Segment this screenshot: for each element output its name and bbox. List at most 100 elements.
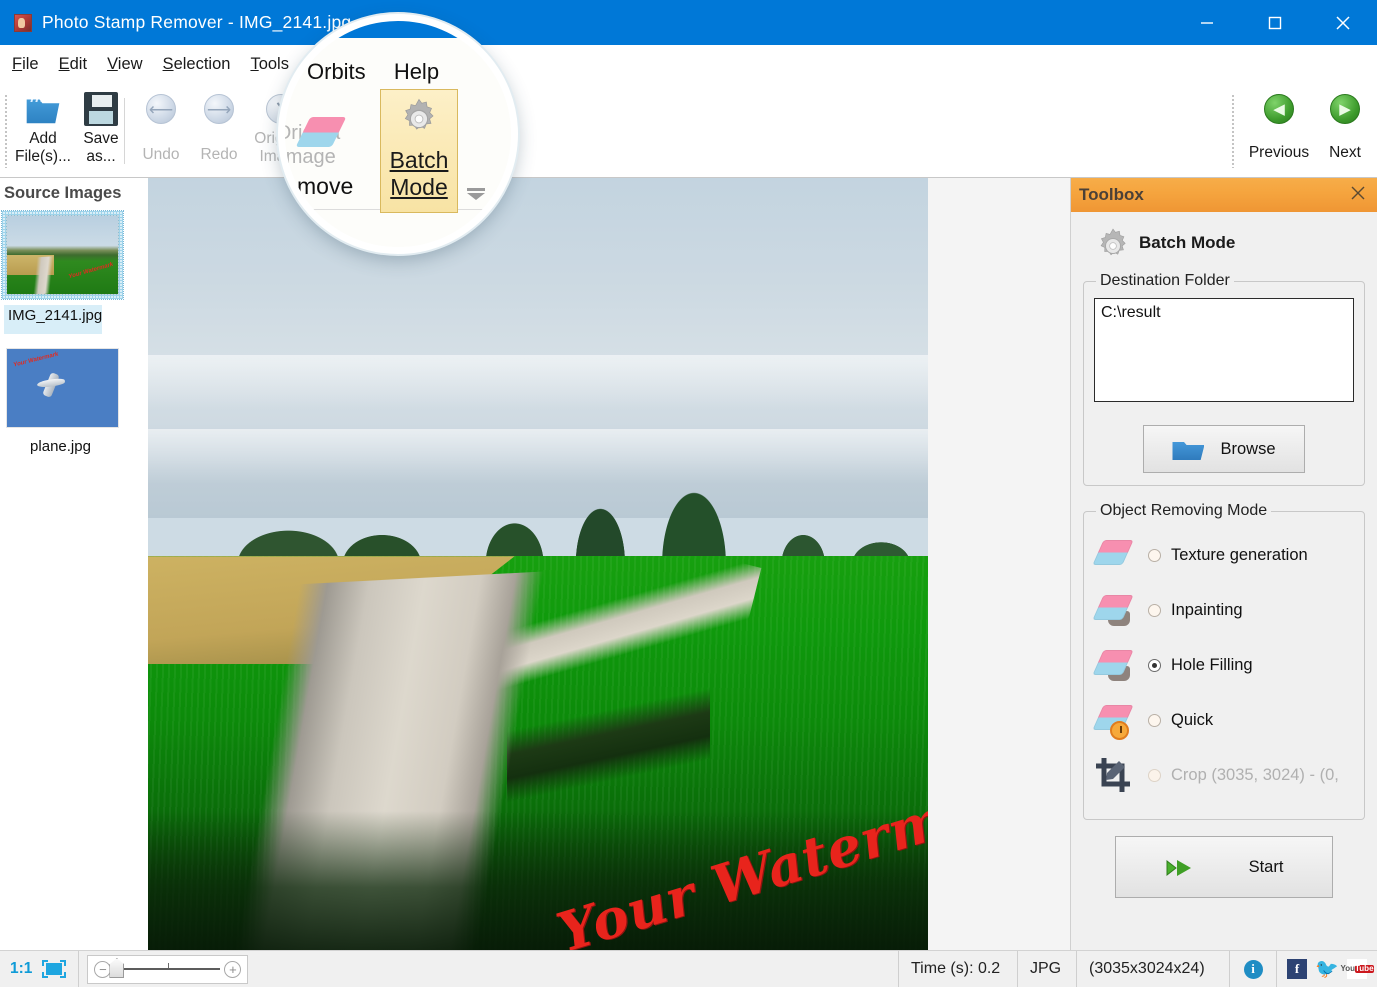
batch-mode-label-1: Batch (389, 147, 449, 173)
mode-label: Inpainting (1171, 601, 1243, 619)
status-format: JPG (1030, 960, 1062, 977)
plus-icon[interactable]: + (224, 960, 242, 978)
list-item-label: IMG_2141.jpg (0, 303, 148, 344)
destination-folder-legend: Destination Folder (1100, 272, 1230, 289)
mode-option-texture-generation[interactable]: Texture generation (1092, 528, 1354, 583)
batch-mode-button[interactable]: Batch Mode (380, 89, 458, 213)
object-removing-mode-legend: Object Removing Mode (1100, 502, 1268, 519)
twitter-icon[interactable]: 🐦 (1315, 959, 1339, 980)
previous-button[interactable]: ◀ Previous (1246, 84, 1312, 178)
redo-button: ⟶ Redo (190, 84, 248, 178)
eraser-shadow-icon (1092, 646, 1138, 686)
eraser-icon (1092, 536, 1138, 576)
minimize-button[interactable] (1173, 0, 1241, 45)
zoom-slider[interactable]: − + (87, 954, 249, 984)
mode-label: Hole Filling (1171, 656, 1253, 674)
magnifier-menu-help[interactable]: Help (394, 59, 439, 84)
menu-selection[interactable]: Selection (163, 55, 231, 74)
arrow-right-circle-icon: ▶ (1330, 94, 1360, 124)
crop-icon (1094, 756, 1138, 796)
add-files-button[interactable]: Add File(s)... (14, 84, 72, 178)
start-label: Start (1248, 857, 1284, 876)
menu-file[interactable]: File (12, 55, 39, 74)
save-as-label-1: Save (83, 130, 119, 147)
youtube-icon[interactable]: You Tube (1340, 959, 1374, 979)
thumbnail-watermark: Your Watermark (12, 351, 59, 369)
image-canvas[interactable]: Your Watermark (148, 178, 1070, 950)
radio-texture-generation[interactable] (1148, 549, 1161, 562)
window-controls (1173, 0, 1377, 45)
mode-label: Quick (1171, 711, 1214, 729)
undo-arrow-icon: ⟵ (146, 94, 176, 124)
next-button[interactable]: ▶ Next (1312, 84, 1377, 178)
save-as-label-2: as... (86, 148, 116, 166)
radio-inpainting[interactable] (1148, 604, 1161, 617)
radio-hole-filling[interactable] (1148, 659, 1161, 672)
browse-button[interactable]: Browse (1143, 425, 1305, 473)
next-label: Next (1329, 144, 1361, 161)
fit-to-screen-icon[interactable] (42, 960, 67, 978)
status-dimensions: (3035x3024x24) (1089, 960, 1205, 977)
add-files-label-1: Add (29, 130, 57, 147)
mode-option-crop: Crop (3035, 3024) - (0, (1094, 748, 1354, 803)
mode-option-inpainting[interactable]: Inpainting (1092, 583, 1354, 638)
gear-icon (395, 96, 443, 147)
magnifier-menu: Orbits Help (307, 59, 461, 85)
airplane-thumbnail[interactable]: Your Watermark (6, 348, 119, 428)
app-icon (14, 13, 32, 32)
maximize-button[interactable] (1241, 0, 1309, 45)
chevron-down-icon[interactable] (467, 188, 485, 200)
gear-icon (1093, 226, 1127, 260)
batch-mode-header: Batch Mode (1093, 226, 1365, 260)
previous-label: Previous (1248, 144, 1310, 161)
close-icon[interactable] (1349, 184, 1367, 207)
destination-folder-group: Destination Folder Browse (1083, 272, 1365, 486)
magnifier-remove-label: move (297, 173, 354, 199)
title-bar: Photo Stamp Remover - IMG_2141.jpg (0, 0, 1377, 45)
menu-edit[interactable]: Edit (59, 55, 87, 74)
toolbox-title: Toolbox (1079, 185, 1144, 204)
social-links: f 🐦 You Tube (1277, 959, 1377, 980)
mode-option-quick[interactable]: Quick (1092, 693, 1354, 748)
landscape-road-thumbnail[interactable]: Your Watermark (6, 215, 119, 295)
eraser-shadow-icon (1092, 591, 1138, 631)
save-as-button[interactable]: Save as... (72, 84, 130, 178)
undo-button: ⟵ Undo (132, 84, 190, 178)
ribbon-toolbar: Add File(s)... Save as... ⟵ Undo ⟶ Redo … (0, 84, 1377, 178)
eraser-clock-icon (1092, 701, 1138, 741)
list-item[interactable]: Your Watermark (1, 210, 124, 300)
add-files-label-2: File(s)... (15, 148, 71, 166)
radio-crop (1148, 769, 1161, 782)
menu-bar: File Edit View Selection Tools (0, 45, 1377, 84)
toolbox-header: Toolbox (1071, 178, 1377, 212)
minus-icon[interactable]: − (94, 960, 112, 978)
menu-tools[interactable]: Tools (250, 55, 289, 74)
mode-label: Texture generation (1171, 546, 1308, 564)
batch-mode-title: Batch Mode (1139, 233, 1236, 252)
folder-icon (1172, 441, 1205, 460)
zoom-slider-handle[interactable] (109, 958, 125, 978)
list-item[interactable]: Your Watermark (2, 344, 123, 432)
zoom-ratio-button[interactable]: 1:1 (10, 960, 32, 978)
mode-label: Crop (3035, 3024) - (0, (1171, 766, 1339, 784)
batch-mode-label-2: Mode (390, 174, 448, 201)
radio-quick[interactable] (1148, 714, 1161, 727)
info-icon[interactable]: i (1243, 959, 1263, 979)
source-images-title: Source Images (4, 184, 122, 202)
close-button[interactable] (1309, 0, 1377, 45)
magnifier-menu-orbits[interactable]: Orbits (307, 59, 366, 84)
application-window: Photo Stamp Remover - IMG_2141.jpg File … (0, 0, 1377, 987)
list-item-label: plane.jpg (30, 438, 91, 455)
floppy-disk-icon (84, 92, 118, 126)
thumbnail-watermark: Your Watermark (67, 261, 114, 280)
menu-view[interactable]: View (107, 55, 142, 74)
undo-label: Undo (142, 146, 180, 163)
redo-label: Redo (200, 146, 238, 163)
zoom-slider-track[interactable] (109, 958, 221, 978)
mode-option-hole-filling[interactable]: Hole Filling (1092, 638, 1354, 693)
destination-folder-input[interactable] (1094, 298, 1354, 402)
facebook-icon[interactable]: f (1287, 959, 1307, 979)
start-button[interactable]: Start (1115, 836, 1333, 898)
eraser-icon (295, 117, 347, 151)
main-photo[interactable]: Your Watermark (148, 178, 928, 950)
